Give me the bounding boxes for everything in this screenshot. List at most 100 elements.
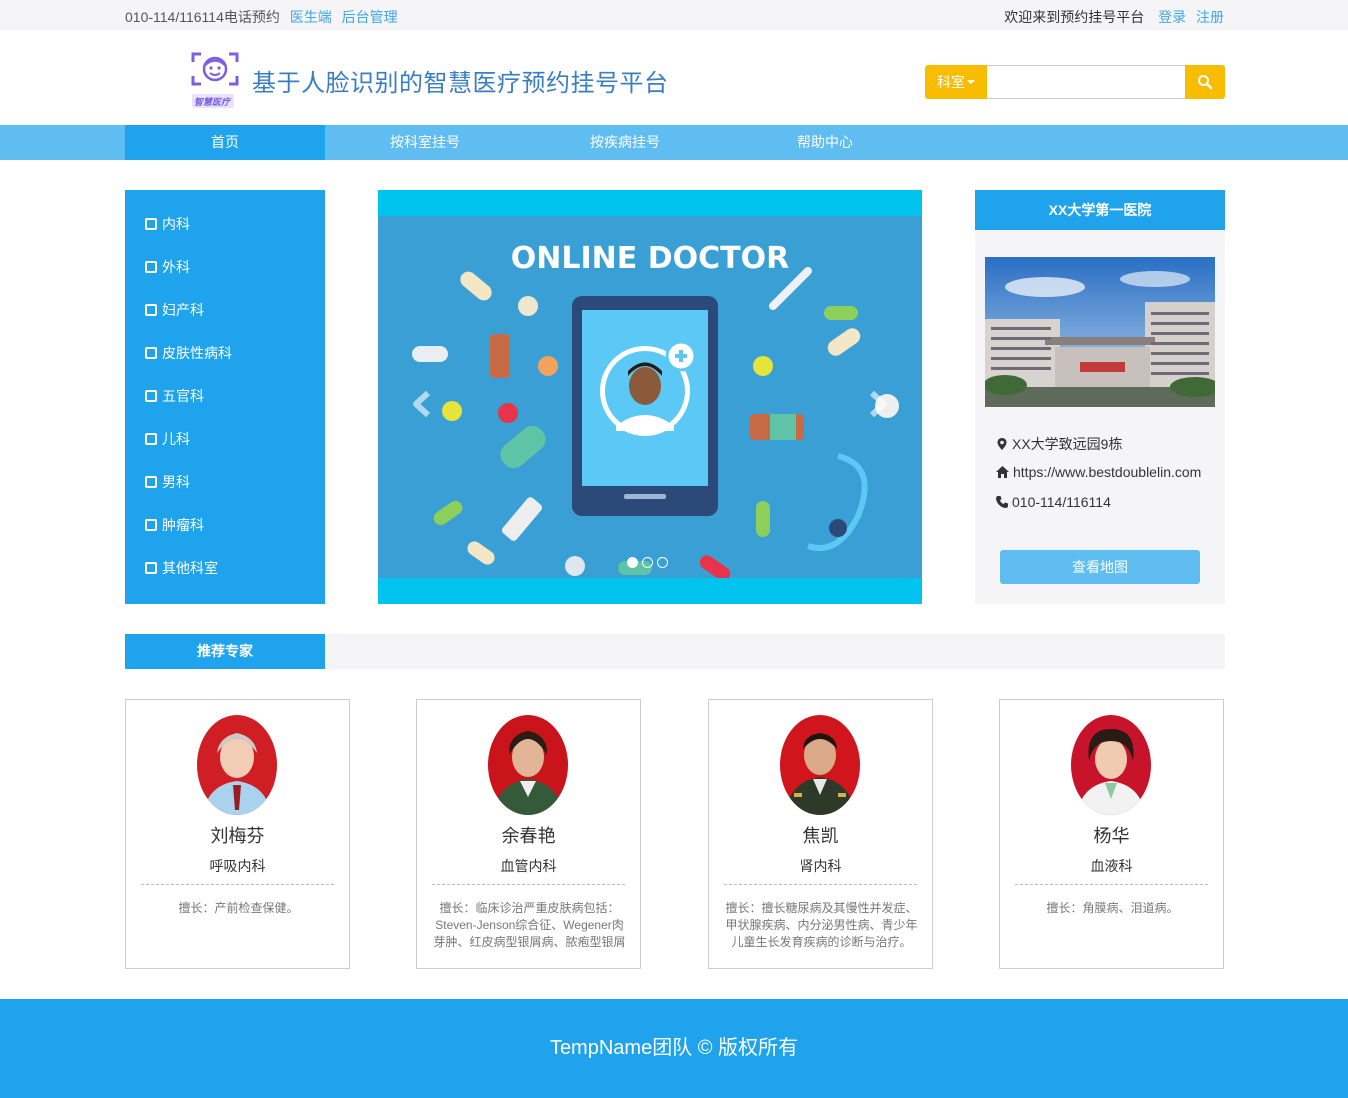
sidebar-item-label: 其他科室: [162, 560, 218, 576]
sidebar-item-surgery[interactable]: 外科: [125, 257, 325, 300]
sidebar-item-other[interactable]: 其他科室: [125, 558, 325, 601]
phone-icon: [996, 496, 1008, 508]
phone-text: 010-114/116114电话预约: [125, 9, 280, 25]
checkbox-icon: [145, 476, 157, 488]
avatar: [488, 715, 568, 815]
carousel-headline: ONLINE DOCTOR: [511, 241, 789, 276]
top-bar: 010-114/116114电话预约 医生端 后台管理 欢迎来到预约挂号平台 登…: [0, 0, 1348, 30]
sidebar-item-pediatrics[interactable]: 儿科: [125, 429, 325, 472]
sidebar-item-internal[interactable]: 内科: [125, 214, 325, 257]
hospital-address-row: XX大学致远园9栋: [995, 434, 1210, 454]
sidebar-item-label: 内科: [162, 216, 190, 232]
nav-item-help[interactable]: 帮助中心: [725, 125, 925, 160]
checkbox-icon: [145, 347, 157, 359]
doctor-link[interactable]: 医生端: [290, 9, 332, 25]
hospital-card: XX大学第一医院 XX大学致远园9栋 https://www.bestdoubl…: [975, 190, 1225, 604]
expert-description: 擅长：角膜病、泪道病。: [1046, 901, 1179, 915]
site-logo[interactable]: 智慧医疗: [190, 50, 240, 114]
nav-item-by-department[interactable]: 按科室挂号: [325, 125, 525, 160]
top-bar-left: 010-114/116114电话预约 医生端 后台管理: [125, 7, 398, 27]
site-footer: TempName团队 © 版权所有: [0, 999, 1348, 1098]
department-sidebar: 内科 外科 妇产科 皮肤性病科 五官科 儿科 男科 肿瘤科 其他科室: [125, 190, 325, 604]
expert-card[interactable]: 刘梅芬 呼吸内科 擅长：产前检查保健。: [125, 699, 350, 969]
hospital-address: XX大学致远园9栋: [1012, 436, 1123, 452]
sidebar-item-label: 肿瘤科: [162, 517, 204, 533]
expert-name: 焦凯: [802, 826, 839, 846]
welcome-text: 欢迎来到预约挂号平台: [1004, 9, 1145, 25]
register-link[interactable]: 注册: [1196, 9, 1224, 25]
divider: [1015, 884, 1208, 885]
expert-department: 血管内科: [500, 858, 557, 874]
divider: [141, 884, 334, 885]
expert-department: 肾内科: [799, 858, 842, 874]
avatar: [780, 715, 860, 815]
hospital-website[interactable]: https://www.bestdoublelin.com: [1013, 464, 1201, 480]
carousel-dot-1[interactable]: [627, 557, 638, 568]
caret-down-icon: [967, 80, 975, 84]
footer-text: TempName团队 © 版权所有: [549, 1037, 799, 1059]
carousel-indicators: [627, 557, 668, 568]
nav-item-by-disease[interactable]: 按疾病挂号: [525, 125, 725, 160]
sidebar-item-dermatology[interactable]: 皮肤性病科: [125, 343, 325, 386]
checkbox-icon: [145, 261, 157, 273]
expert-name: 刘梅芬: [210, 826, 265, 846]
login-link[interactable]: 登录: [1158, 9, 1186, 25]
avatar: [197, 715, 277, 815]
site-header: 智慧医疗 基于人脸识别的智慧医疗预约挂号平台 科室: [0, 30, 1348, 125]
sidebar-item-label: 妇产科: [162, 302, 204, 318]
sidebar-item-ent[interactable]: 五官科: [125, 386, 325, 429]
expert-card[interactable]: 杨华 血液科 擅长：角膜病、泪道病。: [999, 699, 1224, 969]
expert-name: 余春艳: [501, 826, 556, 846]
online-doctor-illustration: ONLINE DOCTOR: [412, 241, 899, 581]
checkbox-icon: [145, 218, 157, 230]
experts-tab[interactable]: 推荐专家: [125, 634, 325, 669]
site-title: 基于人脸识别的智慧医疗预约挂号平台: [252, 70, 669, 97]
search-button[interactable]: [1185, 65, 1225, 99]
map-marker-icon: [997, 438, 1007, 450]
home-icon: [996, 466, 1009, 478]
expert-name: 杨华: [1093, 826, 1130, 846]
carousel-prev-icon[interactable]: [410, 390, 432, 418]
expert-description: 擅长：擅长糖尿病及其慢性并发症、甲状腺疾病、内分泌男性病、青少年儿童生长发育疾病…: [725, 901, 918, 949]
search-bar: 科室: [925, 65, 1225, 99]
sidebar-item-label: 外科: [162, 259, 190, 275]
experts-section-bar: 推荐专家: [125, 634, 1225, 669]
hospital-website-row: https://www.bestdoublelin.com: [995, 464, 1210, 480]
expert-department: 血液科: [1090, 858, 1133, 874]
sidebar-item-oncology[interactable]: 肿瘤科: [125, 515, 325, 558]
carousel-dot-3[interactable]: [657, 557, 668, 568]
expert-description: 擅长：临床诊治严重皮肤病包括：Steven-Jenson综合征、Wegener肉…: [433, 901, 626, 949]
sidebar-item-label: 五官科: [162, 388, 204, 404]
search-icon: [1198, 75, 1213, 90]
checkbox-icon: [145, 562, 157, 574]
carousel-next-icon[interactable]: [868, 390, 890, 418]
hospital-name: XX大学第一医院: [975, 190, 1225, 230]
expert-department: 呼吸内科: [209, 858, 266, 874]
checkbox-icon: [145, 519, 157, 531]
hospital-phone-row: 010-114/116114: [995, 494, 1210, 510]
sidebar-item-andrology[interactable]: 男科: [125, 472, 325, 515]
hospital-phone: 010-114/116114: [1012, 494, 1111, 510]
dept-dropdown-button[interactable]: 科室: [925, 65, 987, 99]
main-nav: 首页 按科室挂号 按疾病挂号 帮助中心: [0, 125, 1348, 160]
sidebar-item-obstetrics[interactable]: 妇产科: [125, 300, 325, 343]
dept-dropdown-label: 科室: [937, 74, 965, 90]
top-bar-right: 欢迎来到预约挂号平台 登录 注册: [1004, 7, 1224, 27]
sidebar-item-label: 皮肤性病科: [162, 345, 232, 361]
view-map-button[interactable]: 查看地图: [1000, 550, 1200, 584]
sidebar-item-label: 儿科: [162, 431, 190, 447]
avatar: [1071, 715, 1151, 815]
banner-carousel[interactable]: ONLINE DOCTOR: [378, 190, 922, 604]
divider: [432, 884, 625, 885]
checkbox-icon: [145, 390, 157, 402]
expert-card[interactable]: 余春艳 血管内科 擅长：临床诊治严重皮肤病包括：Steven-Jenson综合征…: [416, 699, 641, 969]
expert-description: 擅长：产前检查保健。: [178, 901, 299, 915]
checkbox-icon: [145, 433, 157, 445]
divider: [724, 884, 917, 885]
nav-item-home[interactable]: 首页: [125, 125, 325, 160]
expert-card[interactable]: 焦凯 肾内科 擅长：擅长糖尿病及其慢性并发症、甲状腺疾病、内分泌男性病、青少年儿…: [708, 699, 933, 969]
admin-link[interactable]: 后台管理: [342, 9, 398, 25]
carousel-dot-2[interactable]: [642, 557, 653, 568]
search-input[interactable]: [987, 65, 1185, 99]
logo-text: 智慧医疗: [194, 97, 231, 107]
